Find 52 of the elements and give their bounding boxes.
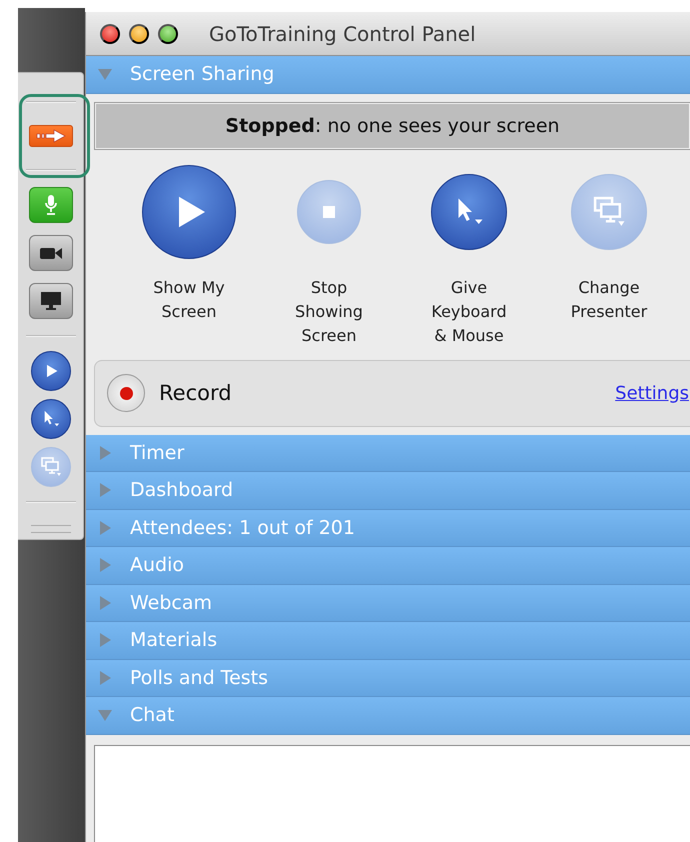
resize-grip[interactable] — [30, 525, 70, 533]
monitor-icon — [40, 291, 62, 311]
section-header[interactable]: Chat — [86, 697, 690, 734]
section-header[interactable]: Attendees: 1 out of 201 — [86, 510, 690, 547]
webcam-button[interactable] — [28, 235, 72, 271]
expand-triangle-icon — [98, 446, 112, 460]
status-message: Stopped: no one sees your screen — [94, 102, 690, 150]
section-title: Audio — [130, 554, 184, 576]
section-header[interactable]: Polls and Tests — [86, 660, 690, 697]
expand-triangle-icon — [98, 520, 112, 535]
section-header[interactable]: Timer — [86, 434, 690, 472]
microphone-button[interactable] — [28, 187, 72, 223]
presenter-icon — [592, 194, 626, 228]
microphone-icon — [44, 194, 58, 216]
section-title: Dashboard — [130, 479, 234, 502]
expand-triangle-icon — [98, 558, 112, 572]
section-title: Screen Sharing — [130, 63, 274, 86]
zoom-button[interactable] — [158, 24, 178, 44]
collapse-triangle-icon — [98, 708, 112, 722]
section-header[interactable]: Audio — [86, 547, 690, 584]
presenter-icon — [40, 456, 62, 478]
close-button[interactable] — [100, 24, 120, 44]
collapse-triangle-icon — [98, 67, 112, 82]
section-title: Attendees: 1 out of 201 — [130, 516, 355, 539]
stop-icon — [322, 204, 336, 218]
section-title: Webcam — [130, 592, 212, 614]
action-button[interactable]: Give Keyboard & Mouse — [399, 162, 539, 360]
expand-triangle-icon — [98, 633, 112, 648]
section-title: Timer — [130, 442, 184, 464]
minimize-button[interactable] — [129, 24, 149, 44]
section-header[interactable]: Materials — [86, 622, 690, 660]
section-title: Materials — [130, 629, 218, 652]
pointer-icon — [42, 410, 60, 428]
play-button[interactable] — [30, 351, 70, 391]
settings-link[interactable]: Settings — [615, 382, 689, 404]
section-title: Chat — [130, 704, 174, 726]
section-header[interactable]: Webcam — [86, 584, 690, 622]
record-label: Record — [159, 381, 233, 405]
expand-triangle-icon — [98, 670, 112, 685]
screen-button[interactable] — [28, 283, 72, 319]
arrow-icon — [36, 129, 66, 143]
action-button[interactable]: Show My Screen — [119, 162, 259, 360]
pointer-button[interactable] — [30, 399, 70, 439]
record-button[interactable] — [107, 374, 145, 412]
share-button[interactable] — [28, 125, 72, 147]
section-title: Polls and Tests — [130, 666, 268, 689]
section-header[interactable]: Screen Sharing — [86, 56, 690, 94]
expand-triangle-icon — [98, 483, 112, 498]
video-camera-icon — [38, 246, 62, 260]
section-header[interactable]: Dashboard — [86, 472, 690, 510]
expand-triangle-icon — [98, 596, 112, 610]
window-title: GoToTraining Control Panel — [209, 22, 476, 46]
